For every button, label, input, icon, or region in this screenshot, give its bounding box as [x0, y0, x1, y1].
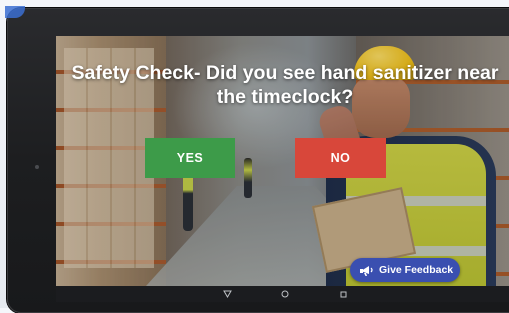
tablet-frame: Safety Check- Did you see hand sanitizer… [5, 6, 509, 313]
triangle-back-icon[interactable] [222, 289, 232, 299]
yes-button[interactable]: YES [145, 138, 235, 178]
corner-badge [5, 6, 25, 18]
android-navigation-bar [56, 286, 509, 302]
give-feedback-button[interactable]: Give Feedback [350, 258, 460, 282]
safety-question: Safety Check- Did you see hand sanitizer… [71, 62, 499, 108]
megaphone-icon [360, 264, 374, 276]
front-camera [35, 165, 39, 169]
tablet-screen: Safety Check- Did you see hand sanitizer… [56, 36, 509, 302]
give-feedback-label: Give Feedback [379, 264, 454, 276]
circle-home-icon[interactable] [280, 289, 290, 299]
square-recents-icon[interactable] [338, 289, 348, 299]
no-button[interactable]: NO [295, 138, 386, 178]
